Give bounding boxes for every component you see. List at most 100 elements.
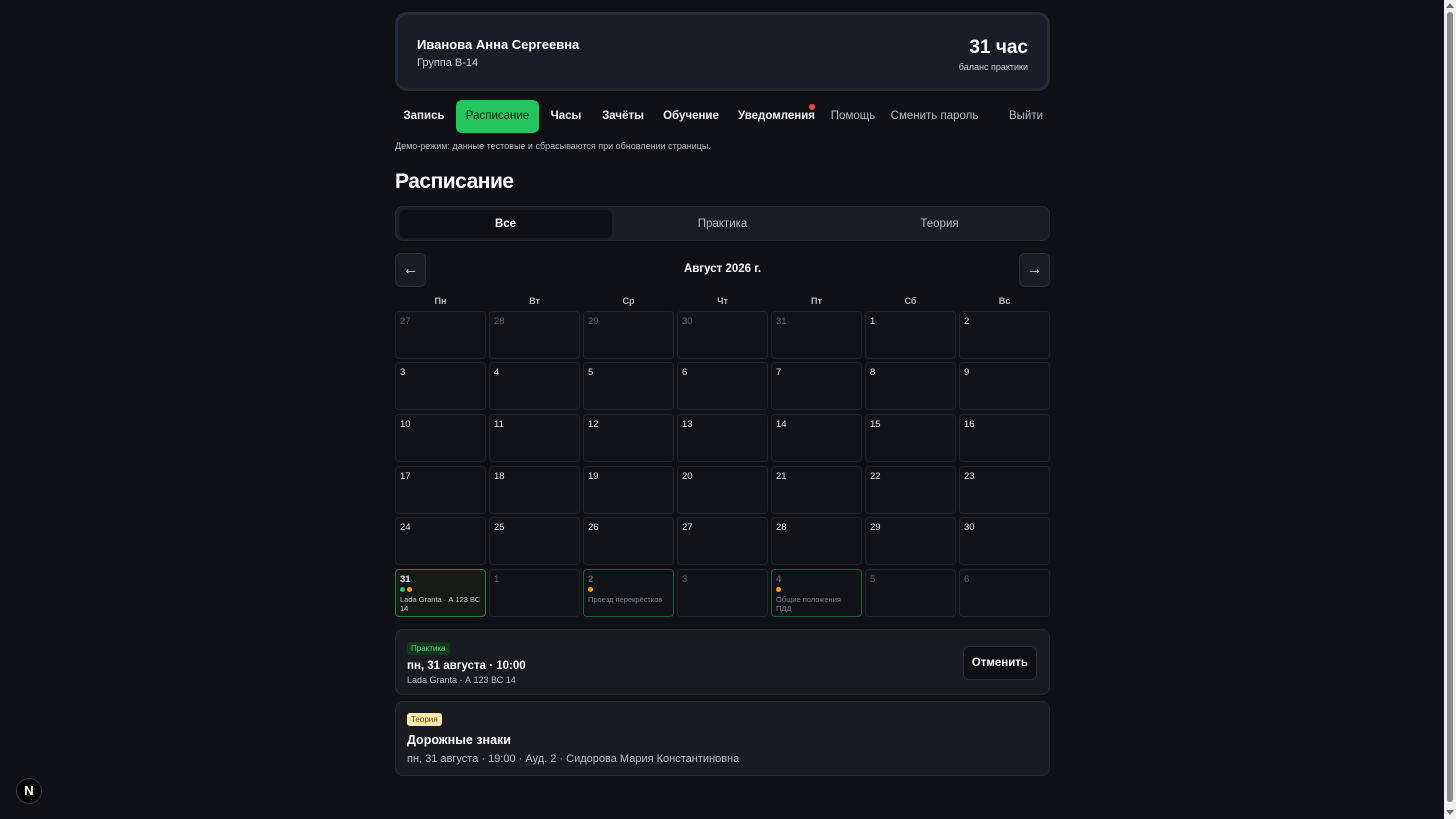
calendar-day[interactable]: 14	[771, 414, 862, 462]
calendar-day[interactable]: 28	[489, 311, 580, 359]
day-number: 9	[964, 367, 970, 378]
calendar-day[interactable]: 3	[677, 569, 768, 617]
event-card-theory: Теория Дорожные знаки пн, 31 августа · 1…	[395, 701, 1050, 776]
calendar-day[interactable]: 27	[677, 517, 768, 565]
calendar-day[interactable]: 5	[865, 569, 956, 617]
calendar-day[interactable]: 11	[489, 414, 580, 462]
nav-item-booking[interactable]: Запись	[395, 100, 453, 133]
day-number: 1	[870, 316, 876, 327]
day-number: 31	[776, 316, 787, 327]
month-label: Август 2026 г.	[683, 263, 762, 275]
day-number: 24	[400, 522, 411, 533]
calendar-day[interactable]: 20	[677, 466, 768, 514]
calendar-day[interactable]: 8	[865, 362, 956, 410]
calendar-day[interactable]: 26	[583, 517, 674, 565]
nav-item-notifications-label: Уведомления	[738, 110, 815, 122]
scroll-down-icon[interactable]	[1446, 810, 1454, 815]
calendar-day[interactable]: 31	[771, 311, 862, 359]
day-number: 30	[964, 522, 975, 533]
day-number: 29	[870, 522, 881, 533]
next-month-button[interactable]: →	[1019, 253, 1050, 287]
calendar-day[interactable]: 13	[677, 414, 768, 462]
calendar-day[interactable]: 10	[395, 414, 486, 462]
nav-item-learning[interactable]: Обучение	[659, 100, 723, 133]
filter-tab-practice[interactable]: Практика	[616, 210, 829, 238]
calendar-day[interactable]: 2 Проезд перекрёстков	[583, 569, 674, 617]
nextjs-logo-icon[interactable]: N	[16, 778, 42, 804]
calendar-day[interactable]: 6	[677, 362, 768, 410]
calendar-day[interactable]: 4	[489, 362, 580, 410]
calendar-day[interactable]: 15	[865, 414, 956, 462]
calendar-day[interactable]: 3	[395, 362, 486, 410]
scroll-up-icon[interactable]	[1446, 3, 1454, 8]
calendar-day[interactable]: 19	[583, 466, 674, 514]
calendar-day[interactable]: 12	[583, 414, 674, 462]
day-number: 27	[400, 316, 411, 327]
nav-item-hours[interactable]: Часы	[545, 100, 587, 133]
event-title: Дорожные знаки	[407, 733, 511, 747]
calendar-day[interactable]: 1	[865, 311, 956, 359]
day-number: 23	[964, 471, 975, 482]
day-number: 17	[400, 471, 411, 482]
calendar-day[interactable]: 22	[865, 466, 956, 514]
calendar-day[interactable]: 17	[395, 466, 486, 514]
student-name: Иванова Анна Сергеевна	[417, 37, 580, 52]
day-number: 12	[588, 419, 599, 430]
event-title: пн, 31 августа · 10:00	[407, 660, 526, 672]
calendar-day[interactable]: 18	[489, 466, 580, 514]
day-number: 4	[494, 367, 500, 378]
calendar-day-selected[interactable]: 31 Lada Granta · А 123 ВС 14	[395, 569, 486, 617]
nav-item-schedule[interactable]: Расписание	[456, 100, 539, 133]
calendar-day[interactable]: 4 Общие положения ПДД	[771, 569, 862, 617]
cancel-booking-button[interactable]: Отменить	[962, 646, 1037, 680]
calendar-day[interactable]: 27	[395, 311, 486, 359]
calendar-day[interactable]: 5	[583, 362, 674, 410]
day-number: 28	[494, 316, 505, 327]
day-number: 1	[494, 574, 500, 585]
calendar-day[interactable]: 7	[771, 362, 862, 410]
day-number: 5	[588, 367, 594, 378]
nav-item-help[interactable]: Помощь	[829, 100, 877, 133]
nav-item-notifications[interactable]: Уведомления	[738, 100, 815, 133]
page-title: Расписание	[395, 170, 514, 193]
calendar-day[interactable]: 23	[959, 466, 1050, 514]
nav-item-logout[interactable]: Выйти	[1007, 100, 1045, 133]
calendar-day[interactable]: 9	[959, 362, 1050, 410]
calendar-day[interactable]: 30	[959, 517, 1050, 565]
day-number: 13	[682, 419, 693, 430]
calendar-day[interactable]: 29	[583, 311, 674, 359]
day-number: 6	[964, 574, 970, 585]
calendar-day[interactable]: 24	[395, 517, 486, 565]
calendar-day[interactable]: 6	[959, 569, 1050, 617]
calendar-day[interactable]: 1	[489, 569, 580, 617]
day-number: 29	[588, 316, 599, 327]
day-number: 8	[870, 367, 876, 378]
day-number: 21	[776, 471, 787, 482]
calendar-day[interactable]: 25	[489, 517, 580, 565]
calendar-day[interactable]: 2	[959, 311, 1050, 359]
weekday-label: Пн	[434, 296, 447, 306]
balance-label: баланс практики	[958, 62, 1028, 72]
calendar-day[interactable]: 21	[771, 466, 862, 514]
calendar-day[interactable]: 16	[959, 414, 1050, 462]
day-event-summary: Общие положения ПДД	[776, 595, 841, 613]
weekday-label: Пт	[811, 296, 822, 306]
main-nav: Запись Расписание Часы Зачёты Обучение У…	[395, 100, 1050, 133]
nav-item-exams[interactable]: Зачёты	[596, 100, 650, 133]
day-number: 10	[400, 419, 411, 430]
calendar-day[interactable]: 29	[865, 517, 956, 565]
event-badge-practice: Практика	[407, 642, 450, 655]
weekday-header: Пн Вт Ср Чт Пт Сб Вс	[395, 296, 1050, 308]
day-number: 22	[870, 471, 881, 482]
calendar-day[interactable]: 28	[771, 517, 862, 565]
page-scrollbar[interactable]	[1444, 0, 1456, 819]
nav-item-change-password[interactable]: Сменить пароль	[890, 100, 979, 133]
event-dot-icon	[776, 587, 781, 592]
filter-tab-theory[interactable]: Теория	[833, 210, 1046, 238]
calendar-day[interactable]: 30	[677, 311, 768, 359]
demo-mode-notice: Демо-режим: данные тестовые и сбрасывают…	[395, 141, 711, 151]
weekday-label: Вт	[529, 296, 540, 306]
day-number: 20	[682, 471, 693, 482]
filter-tab-all[interactable]: Все	[399, 210, 612, 238]
scrollbar-thumb[interactable]	[1447, 12, 1453, 802]
